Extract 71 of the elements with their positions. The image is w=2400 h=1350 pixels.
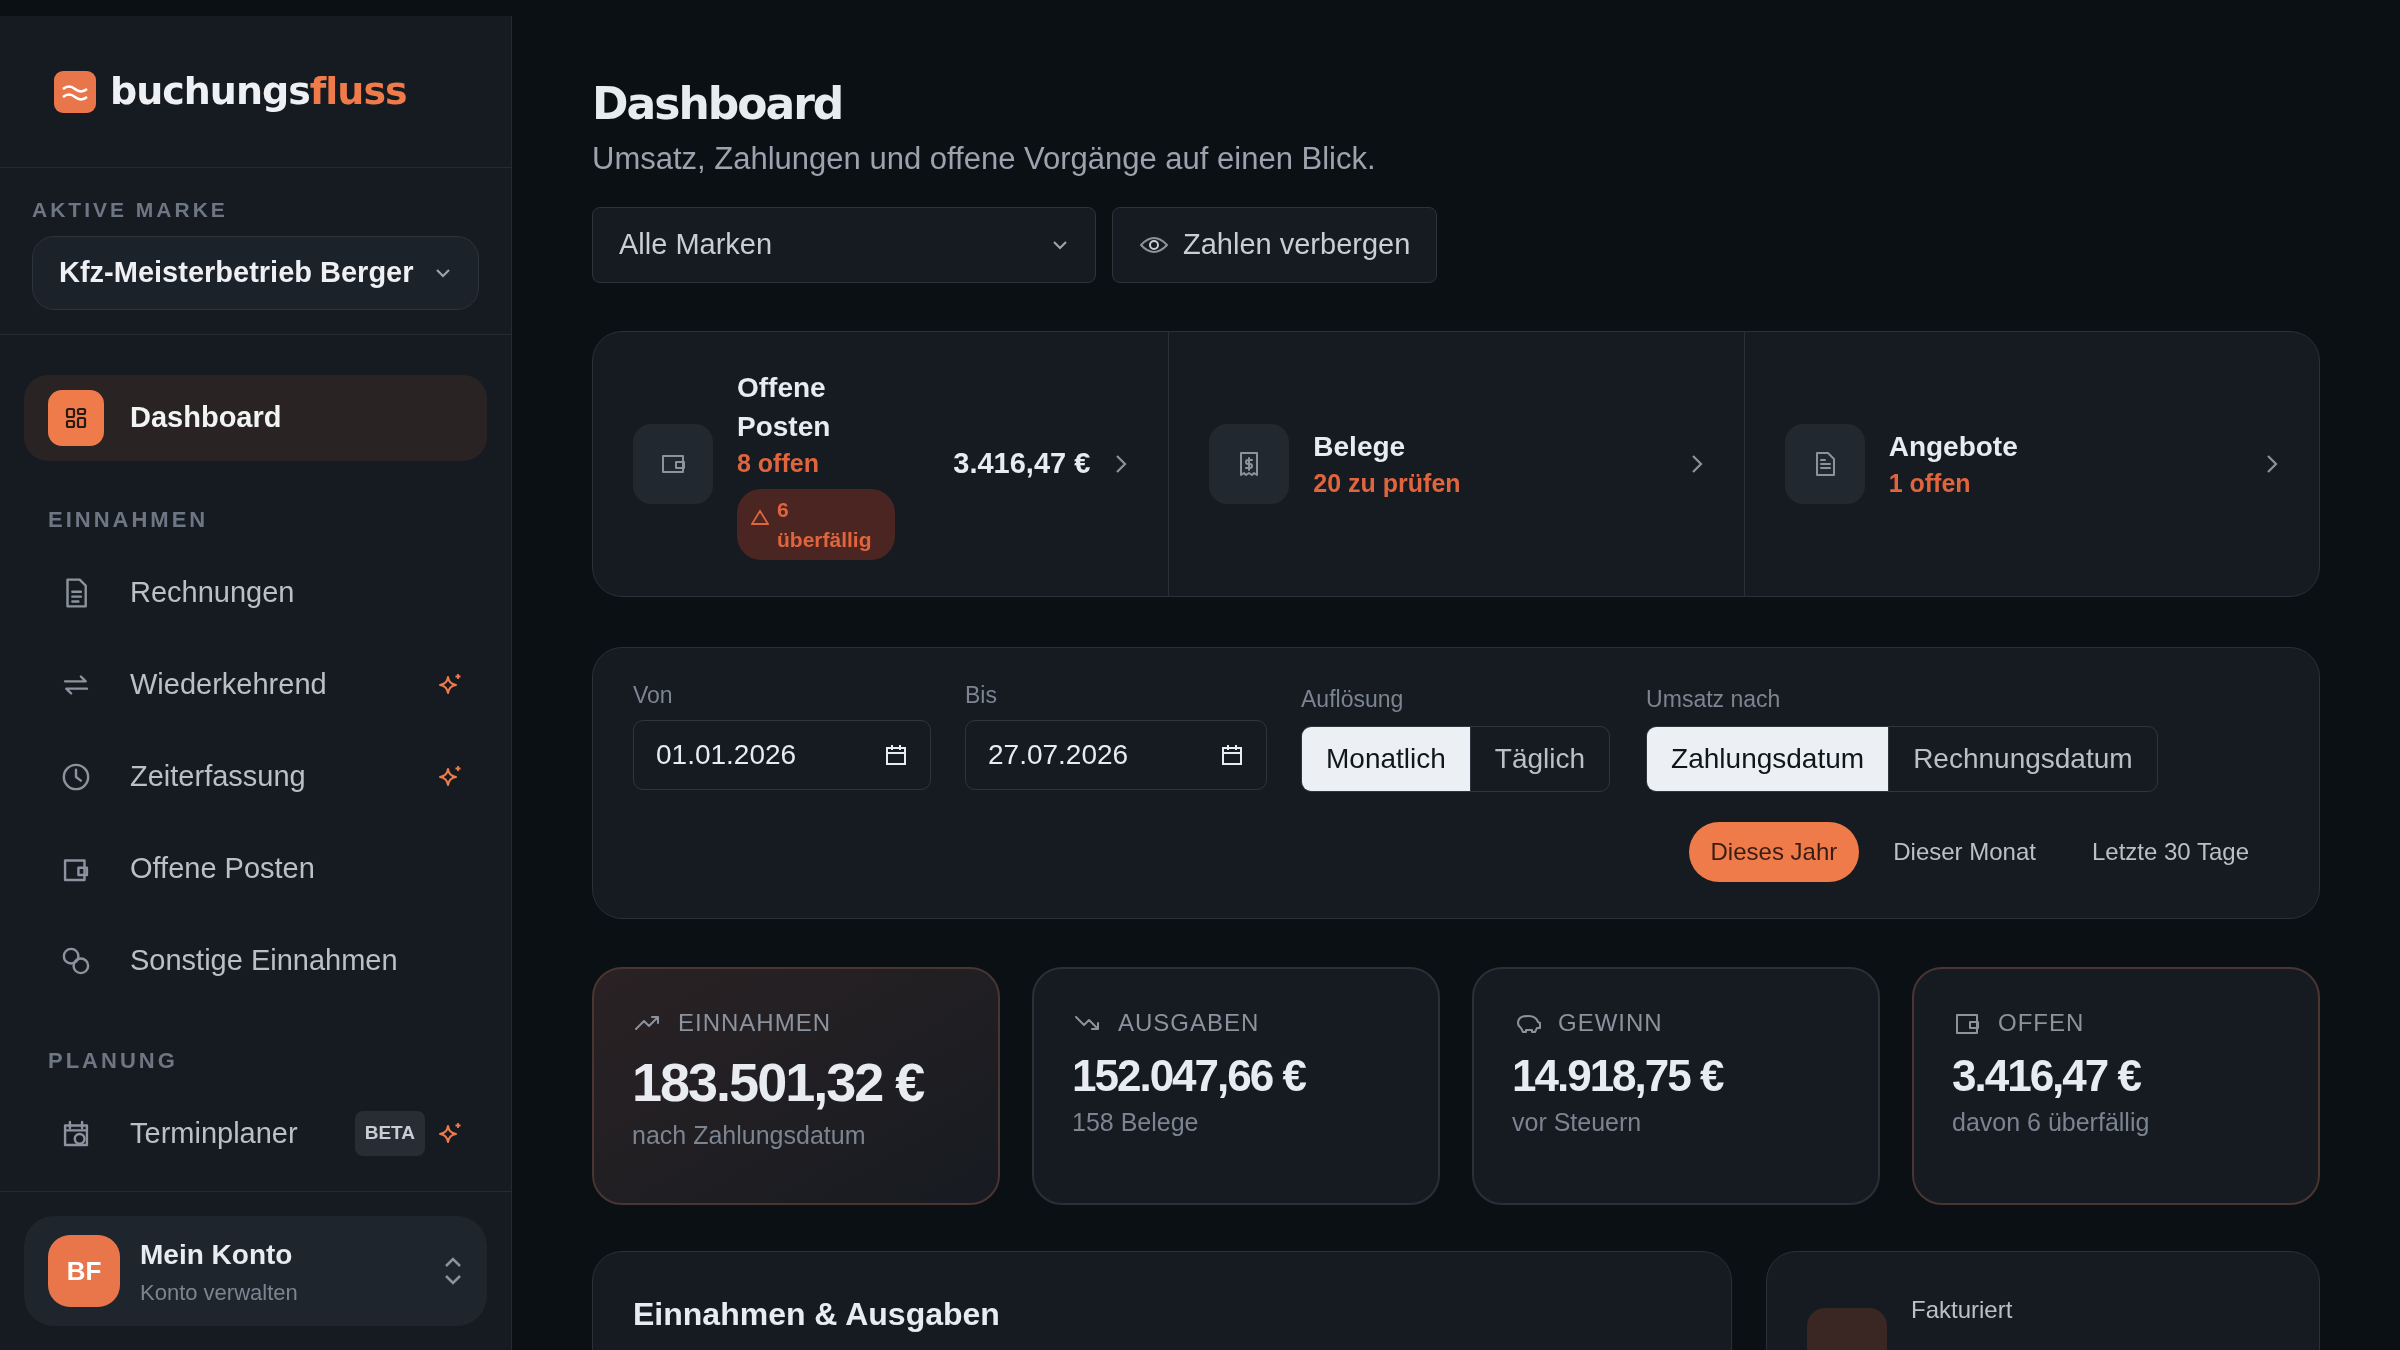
summary-title: Offene Posten: [737, 370, 832, 444]
account-name: Mein Konto: [140, 1237, 294, 1272]
section-label: PLANUNG: [47, 1046, 179, 1075]
field-label: Umsatz nach: [1646, 684, 1782, 714]
summary-item[interactable]: Belege 20 zu prüfen: [1168, 331, 1744, 596]
account-subtitle: Konto verwalten: [140, 1278, 299, 1307]
summary-amount: 3.416,47 €: [952, 446, 1091, 482]
summary-status: 8 offen: [737, 448, 820, 480]
brand-logo: buchungsfluss: [110, 68, 407, 115]
nav-item[interactable]: Rechnungen: [24, 549, 487, 636]
nav-item[interactable]: Dashboard: [24, 374, 487, 461]
page-title: Dashboard: [592, 80, 844, 129]
account-menu[interactable]: BF Mein Konto Konto verwalten: [24, 1216, 487, 1326]
nav-item[interactable]: Sonstige Einnahmen: [24, 917, 487, 1004]
segment-tab[interactable]: Zahlungsdatum: [1647, 727, 1889, 792]
chevron-right-icon: [2265, 452, 2279, 475]
stat-note: vor Steuern: [1512, 1107, 1643, 1139]
nav-item[interactable]: Terminplaner BETA: [24, 1090, 487, 1177]
preset-button[interactable]: Letzte 30 Tage: [2069, 822, 2271, 883]
segment-tab[interactable]: Monatlich: [1302, 727, 1470, 792]
eye-icon: [1139, 234, 1169, 255]
avatar: BF: [48, 1235, 120, 1307]
nav-item[interactable]: Zeiterfassung: [24, 733, 487, 820]
field-label: Von: [633, 680, 674, 710]
stat-value: 3.416,47 €: [1952, 1049, 2142, 1102]
field-label: Auflösung: [1301, 684, 1405, 714]
stat-note: 158 Belege: [1072, 1107, 1200, 1139]
section-label: AKTIVE MARKE: [32, 197, 229, 223]
brand-filter-select[interactable]: Alle Marken: [592, 206, 1096, 283]
hide-numbers-button[interactable]: Zahlen verbergen: [1112, 206, 1438, 283]
chevron-right-icon: [1114, 452, 1129, 475]
stat-note: davon 6 überfällig: [1952, 1107, 2151, 1139]
beta-badge: BETA: [354, 1111, 425, 1156]
summary-title: Belege: [1313, 429, 1407, 464]
summary-title: Angebote: [1888, 429, 2019, 464]
summary-item[interactable]: Offene Posten 8 offen 6 überfällig 3.416,47 €: [593, 331, 1169, 596]
brand-select[interactable]: Kfz-Meisterbetrieb Berger: [32, 235, 479, 310]
page-subtitle: Umsatz, Zahlungen und offene Vorgänge auf einen Blick.: [592, 140, 1377, 179]
card-label: Fakturiert: [1911, 1294, 2013, 1325]
stat-note: nach Zahlungsdatum: [632, 1120, 867, 1152]
field-label: Bis: [965, 680, 998, 710]
stat-label: AUSGABEN: [1118, 1007, 1260, 1038]
stat-value: 14.918,75 €: [1512, 1049, 1724, 1102]
segment-tab[interactable]: Rechnungsdatum: [1888, 727, 2157, 792]
segment-tab[interactable]: Täglich: [1469, 727, 1610, 792]
chevron-down-icon: [1051, 238, 1069, 251]
warning-icon: [751, 509, 769, 526]
preset-button[interactable]: Dieses Jahr: [1688, 822, 1860, 883]
section-label: EINNAHMEN: [47, 505, 210, 534]
preset-button[interactable]: Dieser Monat: [1871, 822, 2058, 883]
logo-icon: [54, 70, 96, 113]
chevron-up-down-icon: [443, 1256, 463, 1286]
stat-value: 183.501,32 €: [632, 1050, 925, 1114]
date-field[interactable]: 01.01.2026: [633, 720, 931, 791]
summary-item[interactable]: Angebote 1 offen: [1743, 331, 2319, 596]
card-title: Einnahmen & Ausgaben: [633, 1295, 1000, 1332]
stat-label: OFFEN: [1998, 1007, 2085, 1038]
calendar-icon: [884, 743, 908, 768]
stat-value: 152.047,66 €: [1072, 1049, 1307, 1102]
date-field[interactable]: 27.07.2026: [965, 720, 1267, 791]
nav-icon: [48, 389, 104, 446]
stat-label: EINNAHMEN: [678, 1007, 831, 1038]
calendar-icon: [1220, 743, 1244, 768]
nav-item[interactable]: Wiederkehrend: [24, 641, 487, 728]
summary-status: 1 offen: [1888, 468, 1972, 499]
nav-item[interactable]: Offene Posten: [24, 825, 487, 912]
chevron-down-icon: [434, 266, 452, 279]
stat-label: GEWINN: [1558, 1007, 1663, 1038]
chevron-right-icon: [1689, 452, 1704, 475]
overdue-badge: 6 überfällig: [737, 489, 895, 560]
summary-status: 20 zu prüfen: [1313, 468, 1462, 499]
